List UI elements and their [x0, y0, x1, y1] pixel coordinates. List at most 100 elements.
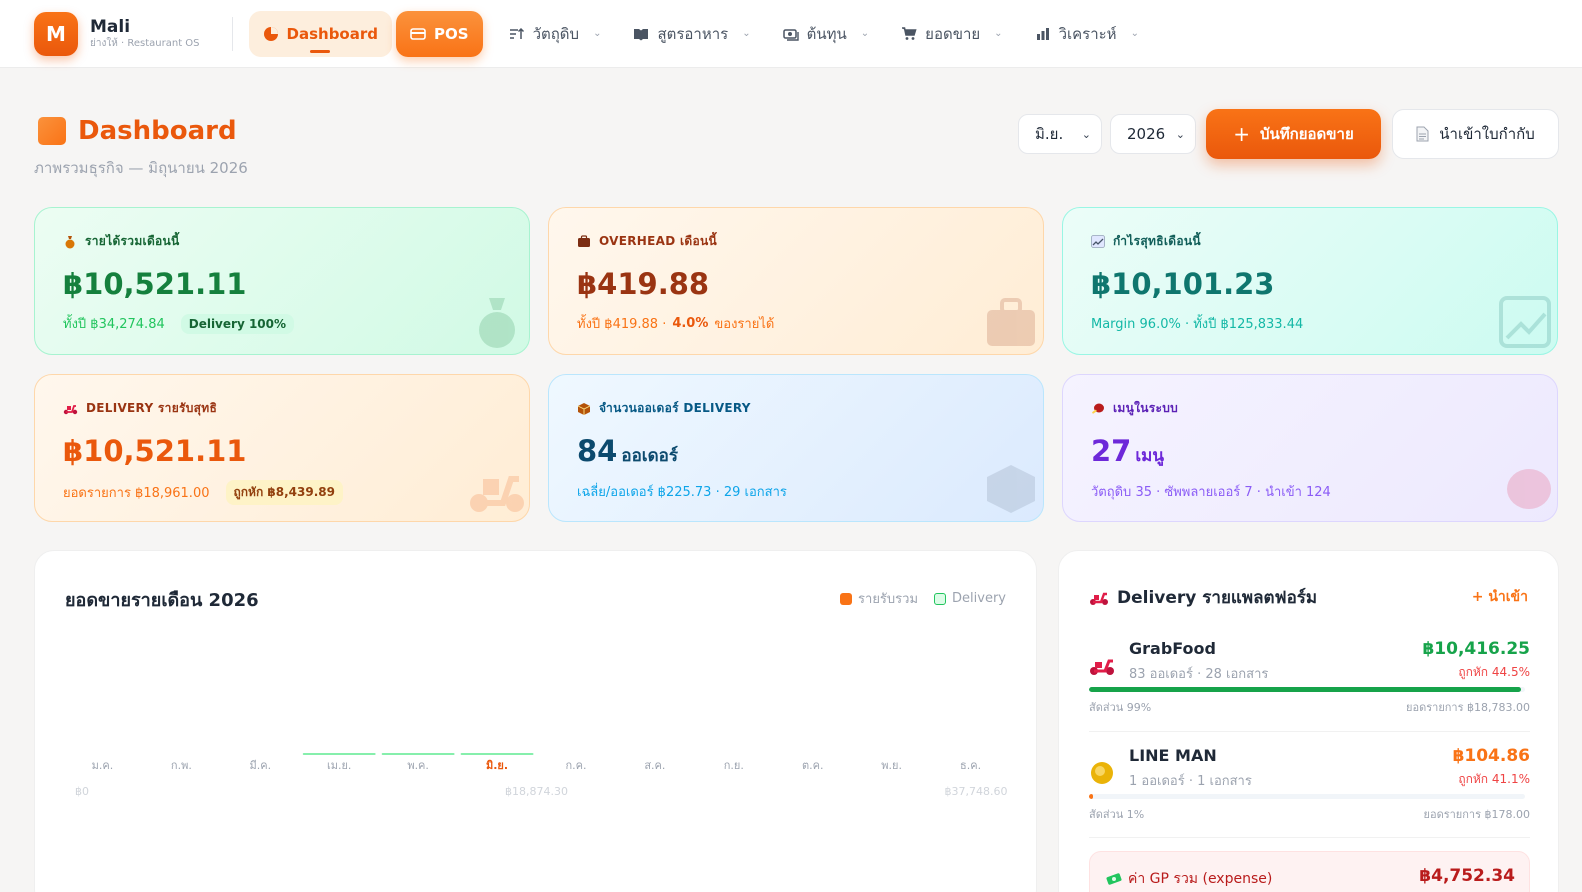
nav-tab-recipes[interactable]: สูตรอาหาร ⌄	[619, 11, 764, 57]
brand-subtitle: ย่างให้ · Restaurant OS	[90, 38, 200, 50]
platform-name: LINE MAN	[1129, 746, 1217, 765]
scooter-icon	[63, 405, 78, 415]
kpi-profit-label-row: กำไรสุทธิเดือนนี้	[1091, 232, 1529, 251]
kpi-delivery-orders-value: 84	[577, 434, 618, 468]
kpi-delivery-orders-label-row: จำนวนออเดอร์ DELIVERY	[577, 399, 1015, 418]
sort-icon	[509, 27, 524, 39]
kpi-card-overhead[interactable]: OVERHEAD เดือนนี้ ฿419.88 ทั้งปี ฿419.88…	[548, 207, 1044, 355]
platform-share-bar	[1089, 794, 1525, 799]
kpi-overhead-foot-row: ทั้งปี ฿419.88 · 4.0% ของรายได้	[577, 313, 1015, 334]
kpi-menus-label-row: เมนูในระบบ	[1091, 399, 1529, 418]
kpi-delivery-net-label: DELIVERY รายรับสุทธิ	[86, 401, 218, 415]
lineman-logo-icon	[1089, 760, 1115, 786]
value-axis-label: ฿37,748.60	[945, 785, 1008, 798]
chevron-down-icon: ⌄	[860, 28, 870, 39]
kpi-overhead-value: ฿419.88	[577, 267, 710, 301]
kpi-card-menus[interactable]: เมนูในระบบ 27 เมนู วัตถุดิบ 35 · ซัพพลายเ…	[1062, 374, 1558, 522]
kpi-revenue-foot: ทั้งปี ฿34,274.84	[63, 317, 165, 332]
kpi-delivery-net-foot: ยอดรายการ ฿18,961.00	[63, 486, 210, 501]
kpi-card-profit[interactable]: กำไรสุทธิเดือนนี้ ฿10,101.23 Margin 96.0…	[1062, 207, 1558, 355]
scooter-icon	[1090, 592, 1108, 605]
nav-tab-analytics-label: วิเคราะห์	[1058, 24, 1117, 43]
money-bag-icon	[65, 235, 75, 248]
kpi-delivery-net-label-row: DELIVERY รายรับสุทธิ	[63, 399, 501, 418]
platform-amount: ฿10,416.25	[1422, 639, 1530, 659]
platform-amount: ฿104.86	[1452, 746, 1530, 766]
year-select[interactable]: 2026 ⌄	[1110, 114, 1196, 154]
nav-tab-ingredients-label: วัตถุดิบ	[532, 24, 580, 43]
x-tick-label: มิ.ย.	[486, 759, 508, 772]
month-select[interactable]: มิ.ย. ⌄	[1018, 114, 1102, 154]
monthly-sales-chart-panel: ยอดขายรายเดือน 2026 รายรับรวม Delivery ม…	[34, 550, 1037, 892]
platform-fee: ถูกหัก 44.5%	[1458, 665, 1530, 679]
kpi-card-revenue[interactable]: รายได้รวมเดือนนี้ ฿10,521.11 ทั้งปี ฿34,…	[34, 207, 530, 355]
chevron-down-icon: ⌄	[1130, 28, 1139, 39]
kpi-revenue-label-row: รายได้รวมเดือนนี้	[63, 232, 501, 251]
kpi-card-delivery-orders[interactable]: จำนวนออเดอร์ DELIVERY 84 ออเดอร์ เฉลี่ย/อ…	[548, 374, 1044, 522]
kpi-delivery-net-value: ฿10,521.11	[63, 434, 247, 468]
import-delivery-link[interactable]: + นำเข้า	[1472, 586, 1528, 608]
x-tick-label: ส.ค.	[644, 759, 665, 772]
page-title-text: Dashboard	[78, 116, 237, 146]
platform-share: สัดส่วน 1%	[1089, 808, 1145, 821]
platform-name: GrabFood	[1129, 639, 1216, 658]
kpi-overhead-foot-year: ทั้งปี ฿419.88 ·	[577, 317, 667, 332]
nav-tab-ingredients[interactable]: วัตถุดิบ ⌄	[495, 11, 616, 57]
platform-meta: 1 ออเดอร์ · 1 เอกสาร	[1129, 774, 1252, 789]
platform-row-lineman[interactable]: LINE MAN 1 ออเดอร์ · 1 เอกสาร ฿104.86 ถู…	[1089, 746, 1530, 822]
platform-row-grabfood[interactable]: GrabFood 83 ออเดอร์ · 28 เอกสาร ฿10,416.…	[1089, 639, 1530, 715]
year-select-value: 2026	[1127, 125, 1166, 143]
platform-share-bar-fill	[1089, 794, 1094, 799]
kpi-overhead-label-row: OVERHEAD เดือนนี้	[577, 232, 1015, 251]
delivery-platform-panel: Delivery รายแพลตฟอร์ม + นำเข้า GrabFood …	[1058, 550, 1559, 892]
gp-label-row: ค่า GP รวม (expense)	[1106, 868, 1272, 890]
kpi-profit-foot: Margin 96.0% · ทั้งปี ฿125,833.44	[1091, 317, 1304, 332]
kpi-profit-value: ฿10,101.23	[1091, 267, 1275, 301]
scooter-icon	[1089, 653, 1115, 679]
gp-label: ค่า GP รวม (expense)	[1128, 871, 1273, 887]
delivery-panel-title-row: Delivery รายแพลตฟอร์ม	[1089, 584, 1317, 611]
platform-meta: 83 ออเดอร์ · 28 เอกสาร	[1129, 667, 1269, 682]
kpi-menus-unit: เมนู	[1135, 446, 1164, 466]
kpi-delivery-orders-value-row: 84 ออเดอร์	[577, 434, 1015, 469]
kpi-delivery-orders-label: จำนวนออเดอร์ DELIVERY	[599, 401, 751, 415]
top-navigation-bar: M Mali ย่างให้ · Restaurant OS Dashboard…	[0, 0, 1582, 68]
meat-icon	[1493, 457, 1557, 521]
nav-tab-dashboard[interactable]: Dashboard	[248, 10, 392, 57]
value-axis-label: ฿18,874.30	[505, 785, 568, 798]
platform-share: สัดส่วน 99%	[1089, 701, 1152, 714]
money-bag-icon	[465, 290, 529, 354]
commission-deducted-badge: ถูกหัก ฿8,439.89	[225, 480, 343, 505]
import-invoice-button[interactable]: นำเข้าใบกำกับ	[1392, 109, 1559, 159]
nav-tab-cost[interactable]: ต้นทุน ⌄	[769, 11, 884, 57]
document-icon	[1416, 126, 1429, 142]
scooter-icon	[465, 457, 529, 521]
bar-delivery-3	[302, 753, 376, 755]
meat-icon	[1092, 403, 1104, 414]
gp-expense-summary[interactable]: ค่า GP รวม (expense) ฿4,752.34	[1089, 851, 1530, 892]
nav-tab-sales[interactable]: ยอดขาย ⌄	[887, 11, 1016, 57]
nav-tab-pos[interactable]: POS	[396, 10, 483, 57]
import-invoice-label: นำเข้าใบกำกับ	[1439, 125, 1535, 143]
book-icon	[634, 28, 649, 40]
record-sales-button[interactable]: + บันทึกยอดขาย	[1206, 109, 1381, 159]
delivery-share-badge: Delivery 100%	[180, 313, 295, 334]
kpi-card-delivery-net[interactable]: DELIVERY รายรับสุทธิ ฿10,521.11 ยอดรายกา…	[34, 374, 530, 522]
kpi-revenue-value: ฿10,521.11	[63, 267, 247, 301]
kpi-delivery-orders-unit: ออเดอร์	[621, 446, 678, 466]
app-logo[interactable]: M	[34, 11, 78, 56]
kpi-delivery-orders-foot: เฉลี่ย/ออเดอร์ ฿225.73 · 29 เอกสาร	[577, 485, 787, 500]
platform-share-bar	[1089, 687, 1525, 692]
platform-share-bar-fill	[1089, 687, 1521, 692]
x-tick-label: ก.ย.	[724, 759, 744, 772]
trend-chart-icon	[1493, 290, 1557, 354]
kpi-menus-value: 27	[1091, 434, 1132, 468]
nav-tab-sales-label: ยอดขาย	[925, 24, 981, 43]
platform-gross: ยอดรายการ ฿18,783.00	[1406, 701, 1530, 714]
bar-delivery-4	[381, 753, 455, 755]
monthly-sales-chart: ม.ค. ก.พ. มี.ค. เม.ย. พ.ค. มิ.ย. ก.ค. ส.ค. ก.ย. ต…	[75, 753, 1008, 798]
chevron-down-icon: ⌄	[994, 28, 1003, 39]
brand-name: Mali	[90, 16, 131, 37]
nav-tab-analytics[interactable]: วิเคราะห์ ⌄	[1021, 11, 1153, 57]
plus-icon: +	[1233, 122, 1250, 146]
